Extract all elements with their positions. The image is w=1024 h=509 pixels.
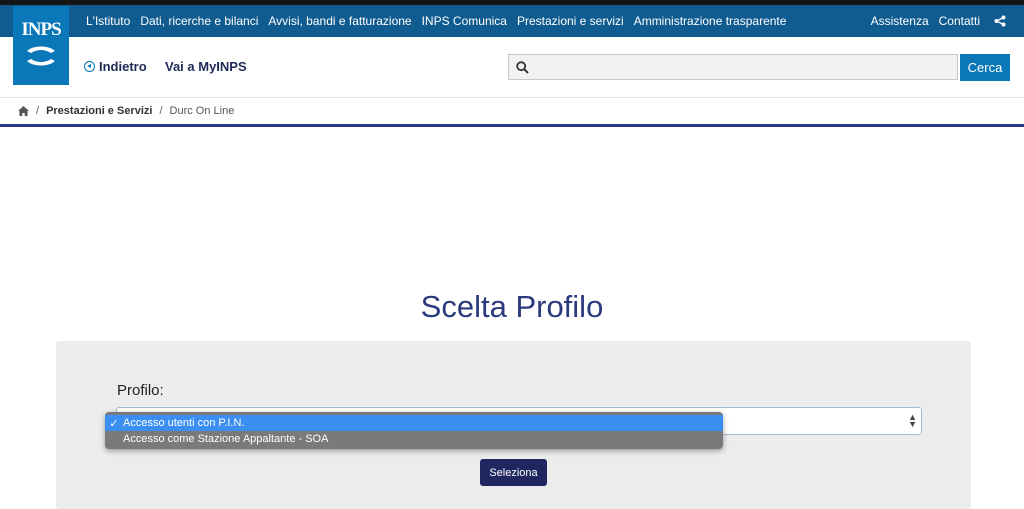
search-input[interactable] [508,54,958,80]
breadcrumb: / Prestazioni e Servizi / Durc On Line [18,104,234,118]
share-icon[interactable] [994,15,1006,27]
inps-logo[interactable]: INPS [13,6,69,85]
topnav-prestazioni[interactable]: Prestazioni e servizi [517,14,624,28]
topnav-contatti[interactable]: Contatti [939,14,980,28]
logo-swirl-icon [27,46,55,66]
top-nav: L'Istituto Dati, ricerche e bilanci Avvi… [86,5,796,37]
topnav-comunica[interactable]: INPS Comunica [422,14,507,28]
back-link[interactable]: Indietro [84,59,147,74]
breadcrumb-prestazioni[interactable]: Prestazioni e Servizi [46,105,152,117]
seleziona-button[interactable]: Seleziona [480,459,547,486]
topnav-dati[interactable]: Dati, ricerche e bilanci [140,14,258,28]
topnav-avvisi[interactable]: Avvisi, bandi e fatturazione [268,14,411,28]
profile-label: Profilo: [117,382,164,399]
search-icon [516,61,529,74]
checkmark-icon: ✓ [109,417,119,430]
logo-text: INPS [21,19,61,40]
topnav-assistenza[interactable]: Assistenza [871,14,929,28]
topnav-amministrazione[interactable]: Amministrazione trasparente [634,14,787,28]
back-label: Indietro [99,59,147,74]
back-circle-icon [84,61,95,72]
breadcrumb-separator: / [36,105,40,117]
option-soa[interactable]: Accesso come Stazione Appaltante - SOA [105,431,723,447]
top-nav-right: Assistenza Contatti [861,5,1006,37]
header-bottom-line [0,124,1024,127]
myinps-link[interactable]: Vai a MyINPS [165,59,247,74]
topnav-istituto[interactable]: L'Istituto [86,14,130,28]
home-icon[interactable] [18,106,29,116]
option-pin[interactable]: ✓ Accesso utenti con P.I.N. [105,415,723,431]
page-title: Scelta Profilo [420,289,604,324]
header-divider [0,97,1024,98]
select-arrows-icon: ▲ ▼ [908,412,917,429]
option-label: Accesso come Stazione Appaltante - SOA [123,433,329,445]
breadcrumb-current: Durc On Line [169,105,235,117]
search-button[interactable]: Cerca [960,54,1010,81]
sub-header: Indietro Vai a MyINPS Cerca [0,37,1024,98]
profile-dropdown: ✓ Accesso utenti con P.I.N. Accesso come… [105,412,723,449]
breadcrumb-separator: / [159,105,163,117]
option-label: Accesso utenti con P.I.N. [123,417,245,429]
